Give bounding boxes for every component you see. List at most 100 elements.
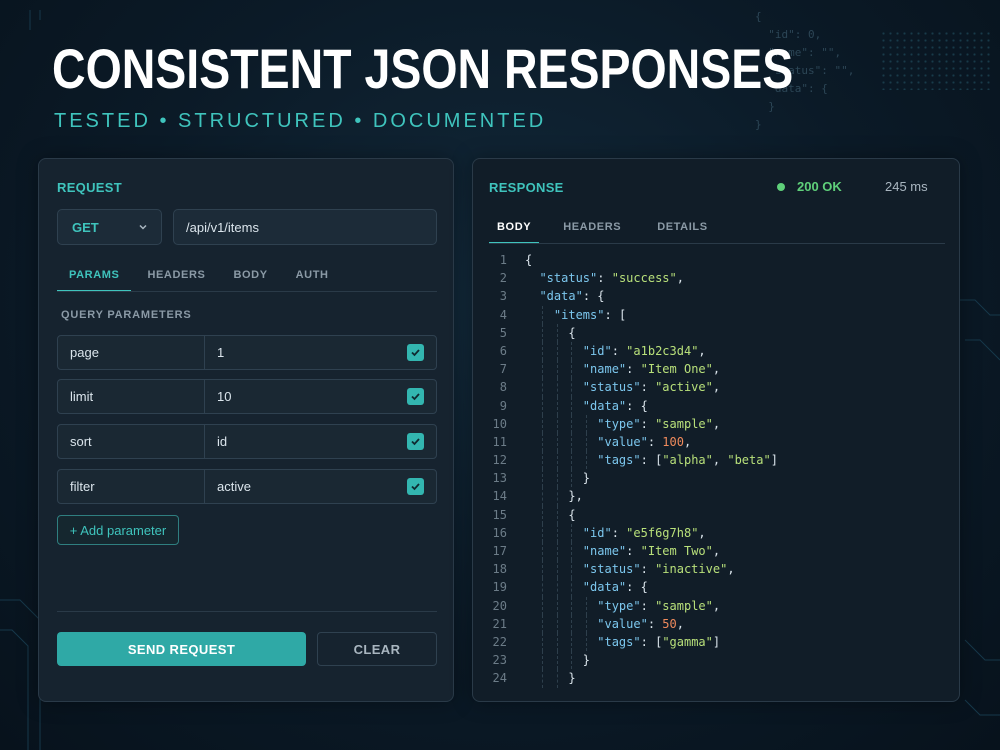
tab-headers[interactable]: HEADERS	[135, 259, 217, 291]
tab-headers[interactable]: HEADERS	[551, 211, 633, 243]
param-enabled-checkbox[interactable]	[407, 344, 424, 361]
status-indicator: 200 OK	[777, 179, 842, 194]
code-line: 11 "value": 100,	[473, 432, 959, 452]
code-text: "name": "Item One",	[582, 362, 721, 377]
code-text: "value": 50,	[597, 616, 684, 631]
code-line: 23 }	[473, 651, 959, 670]
json-response-body[interactable]: 1{2 "status": "success", 3 "data": {4 "it…	[473, 251, 959, 691]
code-text: {	[568, 325, 576, 340]
clear-button[interactable]: CLEAR	[317, 632, 437, 666]
line-number: 21	[492, 616, 507, 631]
response-tabs: BODY HEADERS DETAILS	[489, 211, 720, 244]
code-line: 13 }	[473, 469, 959, 488]
tab-divider	[489, 243, 945, 244]
page-title: CONSISTENT JSON RESPONSES	[52, 37, 794, 100]
code-line: 22 "tags": ["gamma"]	[473, 632, 959, 652]
code-text: "tags": ["alpha", "beta"]	[597, 453, 778, 468]
code-line: 15 {	[473, 505, 959, 524]
param-row: limit 10	[57, 379, 437, 414]
param-value-input[interactable]: id	[205, 425, 436, 458]
line-number: 4	[499, 307, 507, 322]
line-number: 14	[492, 489, 507, 504]
line-number: 9	[499, 398, 507, 413]
tab-body[interactable]: BODY	[489, 211, 540, 244]
line-number: 18	[492, 562, 507, 577]
code-line: 7 "name": "Item One",	[473, 360, 959, 379]
code-text: "status": "active",	[582, 380, 721, 395]
code-line: 8 "status": "active",	[473, 378, 959, 397]
line-number: 11	[492, 434, 507, 449]
code-text: "name": "Item Two",	[582, 544, 721, 558]
param-value-input[interactable]: 1	[205, 336, 436, 369]
code-text: "type": "sample",	[597, 416, 721, 431]
param-row: filter active	[57, 469, 437, 504]
tab-body[interactable]: BODY	[221, 259, 279, 291]
param-value-input[interactable]: active	[205, 470, 436, 503]
param-enabled-checkbox[interactable]	[407, 388, 424, 405]
code-text: }	[568, 671, 576, 686]
code-text: "data": {	[582, 580, 648, 595]
code-line: 20 "type": "sample",	[473, 596, 959, 615]
line-number: 15	[492, 507, 507, 522]
send-request-button[interactable]: SEND REQUEST	[57, 632, 306, 666]
param-row: sort id	[57, 424, 437, 459]
tab-params[interactable]: PARAMS	[57, 259, 132, 292]
code-text: {	[525, 253, 533, 267]
code-text: {	[568, 507, 576, 522]
param-value-input[interactable]: 10	[205, 380, 436, 413]
check-icon	[411, 438, 420, 446]
response-panel: RESPONSE 200 OK 245 ms BODY HEADERS DETA…	[472, 158, 960, 702]
code-line: 2 "status": "success",	[473, 269, 959, 287]
dot-grid-decoration	[880, 30, 990, 90]
code-text: "id": "e5f6g7h8",	[582, 525, 706, 540]
chevron-down-icon	[139, 224, 147, 230]
add-parameter-button[interactable]: + Add parameter	[57, 515, 179, 545]
request-panel: REQUEST GET /api/v1/items PARAMS HEADERS…	[38, 158, 454, 702]
code-line: 5 {	[473, 323, 959, 342]
param-enabled-checkbox[interactable]	[407, 478, 424, 495]
line-number: 2	[499, 271, 507, 286]
tab-details[interactable]: DETAILS	[645, 211, 719, 243]
code-line: 1{	[473, 251, 959, 269]
url-value: /api/v1/items	[186, 219, 259, 235]
response-panel-title: RESPONSE	[489, 180, 564, 195]
page-subtitle: TESTED • STRUCTURED • DOCUMENTED	[54, 110, 547, 132]
param-key-input[interactable]: sort	[58, 425, 205, 458]
line-number: 16	[492, 525, 507, 540]
code-text: "value": 100,	[597, 434, 692, 449]
code-line: 10 "type": "sample",	[473, 414, 959, 433]
code-line: 12 "tags": ["alpha", "beta"]	[473, 451, 959, 470]
code-line: 6 "id": "a1b2c3d4",	[473, 341, 959, 361]
request-panel-title: REQUEST	[57, 180, 122, 195]
code-text: "data": {	[539, 289, 605, 304]
line-number: 22	[492, 634, 507, 649]
line-number: 8	[499, 380, 507, 395]
line-number: 24	[492, 671, 507, 686]
param-enabled-checkbox[interactable]	[407, 433, 424, 450]
code-line: 19 "data": {	[473, 578, 959, 597]
url-input[interactable]: /api/v1/items	[173, 209, 437, 245]
code-text: }	[582, 471, 591, 486]
tab-auth[interactable]: AUTH	[284, 259, 341, 291]
param-key-input[interactable]: page	[58, 336, 205, 369]
code-line: 16 "id": "e5f6g7h8",	[473, 523, 959, 542]
line-number: 23	[492, 653, 507, 668]
param-key-input[interactable]: filter	[58, 470, 205, 503]
code-text: "tags": ["gamma"]	[597, 634, 721, 649]
code-line: 24 }	[473, 669, 959, 688]
code-text: "items": [	[553, 307, 627, 322]
line-number: 19	[492, 580, 507, 595]
line-number: 10	[492, 416, 507, 431]
code-line: 21 "value": 50,	[473, 614, 959, 633]
method-select[interactable]: GET	[57, 209, 162, 245]
code-line: 4 "items": [	[473, 305, 959, 324]
status-dot-icon	[777, 182, 785, 191]
line-number: 5	[499, 325, 507, 340]
code-text: }	[582, 653, 591, 668]
status-code: 200 OK	[797, 179, 842, 194]
query-parameters-label: QUERY PARAMETERS	[61, 309, 192, 321]
check-icon	[411, 393, 420, 401]
response-time: 245 ms	[885, 179, 928, 194]
param-key-input[interactable]: limit	[58, 380, 205, 413]
check-icon	[411, 349, 420, 357]
